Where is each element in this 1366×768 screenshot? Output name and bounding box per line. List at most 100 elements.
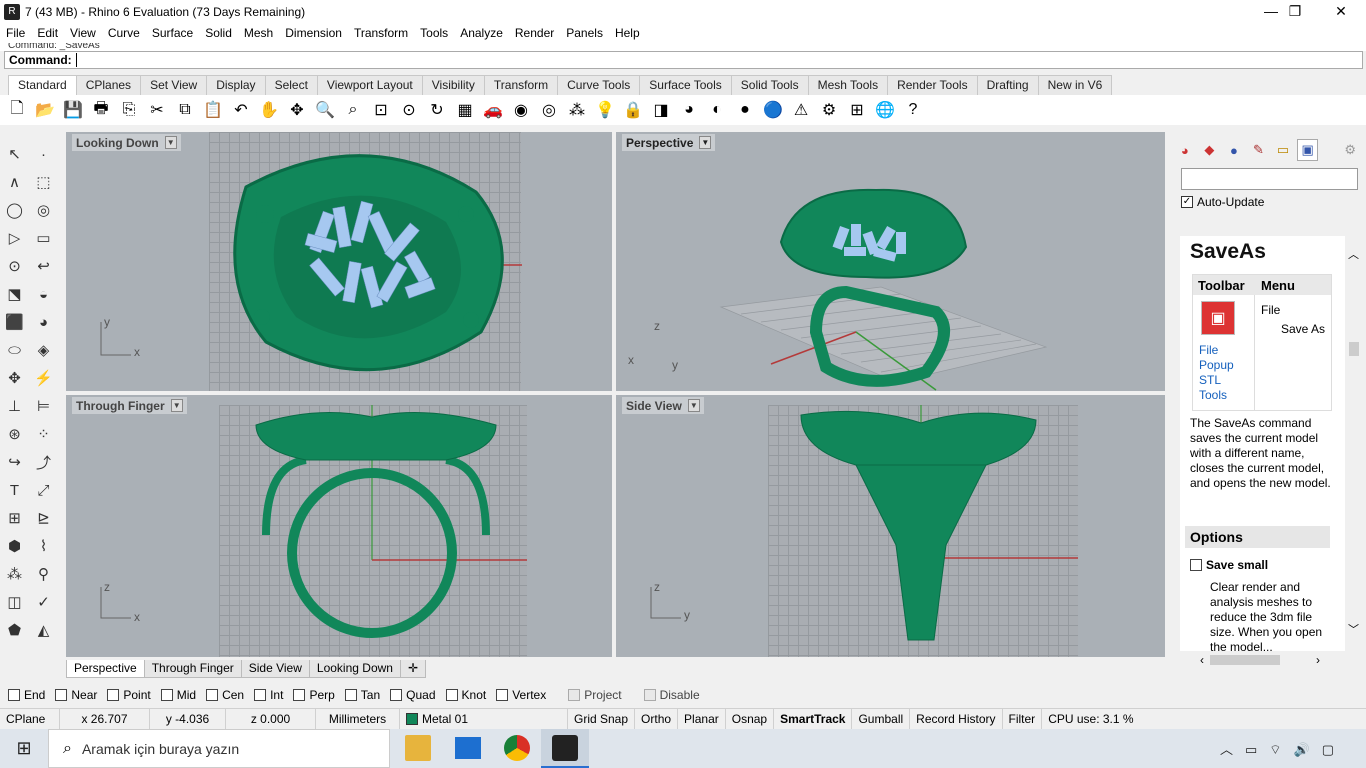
tab-render-tools[interactable]: Render Tools [887, 75, 978, 95]
left-tool-1-1-icon[interactable]: ⬚ [33, 171, 55, 193]
camera-icon[interactable]: ◉ [510, 99, 532, 121]
menu-item-tools[interactable]: Tools [414, 26, 454, 40]
left-tool-10-0-icon[interactable]: ⊛ [4, 423, 26, 445]
menu-item-surface[interactable]: Surface [146, 26, 199, 40]
dropdown-icon[interactable]: ▼ [687, 399, 700, 412]
menu-item-transform[interactable]: Transform [348, 26, 414, 40]
menu-item-file[interactable]: File [0, 26, 31, 40]
left-tool-14-0-icon[interactable]: ⬢ [4, 535, 26, 557]
left-tool-8-0-icon[interactable]: ✥ [4, 367, 26, 389]
left-tool-9-1-icon[interactable]: ⊨ [33, 395, 55, 417]
dropdown-icon[interactable]: ▼ [699, 136, 712, 149]
left-tool-6-0-icon[interactable]: ⬛ [4, 311, 26, 333]
left-tool-6-1-icon[interactable]: ◕ [33, 311, 55, 333]
chrome-icon[interactable] [504, 735, 530, 761]
osnap-checkbox[interactable] [254, 689, 267, 701]
left-tool-15-0-icon[interactable]: ⁂ [4, 563, 26, 585]
zoom-dynamic-icon[interactable]: ↻ [426, 99, 448, 121]
viewport-tab-side-view[interactable]: Side View [240, 660, 310, 678]
tab-viewport-layout[interactable]: Viewport Layout [316, 75, 423, 95]
render-icon[interactable]: ● [734, 99, 756, 121]
rhino-taskbar-button[interactable] [541, 729, 589, 768]
dropdown-icon[interactable]: ▼ [164, 136, 177, 149]
tab-select[interactable]: Select [264, 75, 318, 95]
rotate-icon[interactable]: ✥ [286, 99, 308, 121]
options-icon[interactable]: ⚙ [818, 99, 840, 121]
left-tool-8-1-icon[interactable]: ⚡ [33, 367, 55, 389]
taskbar-search[interactable]: ⌕ Aramak için buraya yazın [48, 729, 390, 768]
units-label[interactable]: Millimeters [316, 708, 400, 730]
left-tool-3-1-icon[interactable]: ▭ [33, 227, 55, 249]
horizontal-scrollbar[interactable]: ‹ › [1200, 653, 1320, 667]
print-icon[interactable]: 🖶 [90, 99, 112, 121]
left-tool-11-1-icon[interactable]: ⤴ [33, 451, 55, 473]
light-icon[interactable]: 💡 [594, 99, 616, 121]
gear-icon[interactable]: ⚙ [1339, 139, 1361, 161]
left-tool-5-0-icon[interactable]: ⬔ [4, 283, 26, 305]
save-small-checkbox[interactable] [1190, 559, 1202, 571]
viewport-through-finger[interactable]: z x Through Finger ▼ [66, 395, 612, 657]
help-search-input[interactable] [1181, 168, 1358, 190]
osnap-project[interactable]: Project [568, 688, 622, 702]
viewport-tab-perspective[interactable]: Perspective [66, 660, 145, 678]
menu-item-solid[interactable]: Solid [199, 26, 238, 40]
left-tool-17-0-icon[interactable]: ⬟ [4, 619, 26, 641]
start-icon[interactable]: ⊞ [0, 738, 48, 759]
globe-icon[interactable]: 🌐 [874, 99, 896, 121]
shade-icon[interactable]: ◐ [706, 99, 728, 121]
zoom-extents-icon[interactable]: ⊡ [370, 99, 392, 121]
menu-item-view[interactable]: View [64, 26, 102, 40]
viewport-title[interactable]: Perspective ▼ [622, 134, 716, 151]
tab-mesh-tools[interactable]: Mesh Tools [807, 75, 889, 95]
left-tool-0-0-icon[interactable]: ↖ [4, 143, 26, 165]
tab-standard[interactable]: Standard [8, 75, 77, 95]
osnap-knot[interactable]: Knot [445, 688, 486, 702]
command-input[interactable] [75, 53, 1362, 67]
planar-toggle[interactable]: Planar [678, 708, 726, 730]
osnap-checkbox[interactable] [390, 689, 403, 701]
osnap-mid[interactable]: Mid [160, 688, 196, 702]
osnap-checkbox[interactable] [206, 689, 219, 701]
zoom-icon[interactable]: 🔍 [314, 99, 336, 121]
viewport-title[interactable]: Side View ▼ [622, 397, 704, 414]
auto-update-checkbox[interactable]: ✓ Auto-Update [1181, 195, 1264, 209]
car-icon[interactable]: 🚗 [482, 99, 504, 121]
osnap-checkbox[interactable] [344, 689, 357, 701]
tab-transform[interactable]: Transform [483, 75, 559, 95]
scroll-thumb[interactable] [1348, 342, 1359, 356]
osnap-toggle[interactable]: Osnap [726, 708, 775, 730]
record-history-toggle[interactable]: Record History [910, 708, 1003, 730]
help-scrollbar[interactable]: ︿ ﹀ [1345, 236, 1362, 651]
tab-set-view[interactable]: Set View [140, 75, 208, 95]
left-tool-15-1-icon[interactable]: ⚲ [33, 563, 55, 585]
help-tab-icon[interactable]: ▣ [1296, 139, 1319, 161]
help-link-stl[interactable]: STL [1199, 373, 1248, 388]
tab-surface-tools[interactable]: Surface Tools [639, 75, 732, 95]
menu-item-panels[interactable]: Panels [560, 26, 609, 40]
ortho-toggle[interactable]: Ortho [635, 708, 679, 730]
help-icon[interactable]: ? [902, 99, 924, 121]
left-tool-16-0-icon[interactable]: ◫ [4, 591, 26, 613]
dropdown-icon[interactable]: ▼ [170, 399, 183, 412]
menu-item-dimension[interactable]: Dimension [279, 26, 348, 40]
left-tool-9-0-icon[interactable]: ⊥ [4, 395, 26, 417]
osnap-point[interactable]: Point [107, 688, 151, 702]
tab-solid-tools[interactable]: Solid Tools [730, 75, 809, 95]
osnap-checkbox[interactable] [496, 689, 509, 701]
left-tool-1-0-icon[interactable]: ∧ [4, 171, 26, 193]
left-tool-7-0-icon[interactable]: ⬭ [4, 339, 26, 361]
menu-item-curve[interactable]: Curve [102, 26, 146, 40]
left-tool-12-0-icon[interactable]: T [4, 479, 26, 501]
osnap-checkbox[interactable] [107, 689, 120, 701]
left-tool-13-1-icon[interactable]: ⊵ [33, 507, 55, 529]
osnap-checkbox[interactable] [8, 689, 20, 701]
tab-drafting[interactable]: Drafting [976, 75, 1039, 95]
left-tool-13-0-icon[interactable]: ⊞ [4, 507, 26, 529]
left-tool-12-1-icon[interactable]: ⤢ [33, 479, 55, 501]
pan-icon[interactable]: ✋ [258, 99, 280, 121]
osnap-checkbox[interactable] [293, 689, 306, 701]
osnap-disable[interactable]: Disable [643, 688, 700, 702]
scroll-left-icon[interactable]: ‹ [1200, 653, 1204, 667]
layer-indicator[interactable]: Metal 01 [400, 708, 568, 730]
system-tray-icons[interactable]: ︿▭⌔🔊▢ [1220, 739, 1346, 758]
